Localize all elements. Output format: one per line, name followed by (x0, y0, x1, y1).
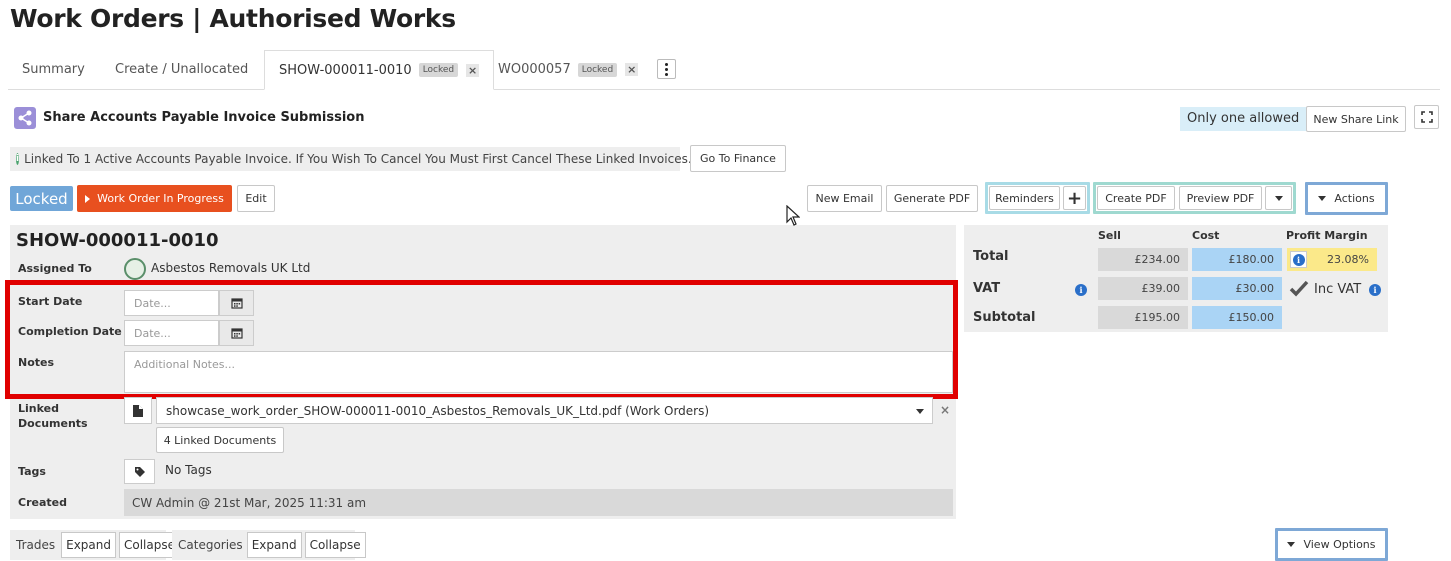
linked-document-select[interactable]: showcase_work_order_SHOW-000011-0010_Asb… (156, 397, 933, 424)
vat-label: VAT (973, 281, 1001, 296)
work-order-id: SHOW-000011-0010 (16, 230, 219, 251)
assigned-to-value: Asbestos Removals UK Ltd (151, 261, 311, 275)
tab-label: Create / Unallocated (115, 62, 249, 77)
profit-margin-header: Profit Margin (1286, 229, 1368, 242)
chevron-down-icon (1274, 195, 1283, 201)
share-title: Share Accounts Payable Invoice Submissio… (43, 110, 365, 125)
trades-collapse-button[interactable]: Collapse (119, 532, 180, 558)
linked-documents-label: Linked Documents (18, 402, 88, 430)
inc-vat-info-icon[interactable]: i (1369, 282, 1381, 296)
created-value: CW Admin @ 21st Mar, 2025 11:31 am (124, 489, 953, 516)
tab-label: SHOW-000011-0010 (279, 62, 412, 78)
vat-cost: £30.00 (1192, 277, 1282, 300)
info-icon: i (16, 153, 20, 165)
margin-info-icon[interactable]: i (1290, 251, 1307, 268)
linked-document-value: showcase_work_order_SHOW-000011-0010_Asb… (166, 403, 710, 418)
tab-wo000057[interactable]: WO000057 Locked × (498, 50, 639, 89)
only-one-allowed-label: Only one allowed (1180, 107, 1307, 131)
tags-value: No Tags (165, 463, 212, 477)
subtotal-label: Subtotal (973, 310, 1036, 325)
chevron-down-icon (1318, 196, 1327, 201)
vat-info-icon[interactable]: i (1075, 282, 1087, 296)
progress-label: Work Order In Progress (97, 192, 224, 205)
chevron-down-icon (1287, 542, 1296, 547)
tag-icon[interactable] (124, 459, 155, 484)
categories-controls: Categories Expand Collapse (172, 530, 366, 560)
tab-label: WO000057 (498, 62, 571, 77)
create-pdf-button[interactable]: Create PDF (1097, 186, 1175, 210)
total-sell: £234.00 (1098, 248, 1188, 271)
locked-badge: Locked (577, 62, 618, 77)
vat-sell: £39.00 (1098, 277, 1188, 300)
tab-summary[interactable]: Summary (22, 50, 85, 89)
linked-invoice-notice: i Linked To 1 Active Accounts Payable In… (10, 147, 692, 171)
subtotal-sell: £195.00 (1098, 306, 1188, 329)
tab-create-unallocated[interactable]: Create / Unallocated (115, 50, 248, 89)
edit-button[interactable]: Edit (237, 185, 275, 212)
company-logo-icon (124, 258, 146, 280)
generate-pdf-button[interactable]: Generate PDF (886, 185, 978, 212)
sell-header: Sell (1098, 229, 1121, 242)
close-icon[interactable]: × (466, 63, 480, 77)
new-email-button[interactable]: New Email (807, 185, 882, 212)
subtotal-cost: £150.00 (1192, 306, 1282, 329)
caret-right-icon (85, 194, 91, 203)
tab-bar: Summary Create / Unallocated SHOW-000011… (8, 50, 1440, 90)
more-tabs-icon[interactable] (657, 59, 676, 79)
tags-label: Tags (18, 465, 46, 478)
tab-show-000011-0010[interactable]: SHOW-000011-0010 Locked × (264, 50, 495, 90)
remove-document-icon[interactable]: × (940, 403, 950, 417)
page-title: Work Orders | Authorised Works (10, 4, 456, 33)
trades-expand-button[interactable]: Expand (61, 532, 116, 558)
close-icon[interactable]: × (625, 63, 639, 76)
locked-badge: Locked (418, 63, 459, 77)
pdf-dropdown-button[interactable] (1265, 186, 1292, 210)
reminders-button[interactable]: Reminders (989, 186, 1060, 210)
inc-vat-checkbox[interactable] (1289, 279, 1309, 299)
chevron-down-icon (916, 409, 924, 414)
document-icon[interactable] (124, 397, 152, 424)
new-share-link-button[interactable]: New Share Link (1306, 106, 1406, 132)
tab-label: Summary (22, 62, 85, 77)
fullscreen-icon[interactable] (1414, 105, 1439, 129)
locked-status-badge: Locked (10, 186, 73, 211)
mouse-cursor-icon (786, 204, 801, 229)
view-options-label: View Options (1303, 538, 1376, 551)
go-to-finance-button[interactable]: Go To Finance (690, 145, 786, 172)
total-cost: £180.00 (1192, 248, 1282, 271)
linked-documents-button[interactable]: 4 Linked Documents (156, 427, 284, 453)
work-order-in-progress-button[interactable]: Work Order In Progress (77, 185, 232, 212)
total-label: Total (973, 249, 1009, 264)
actions-label: Actions (1334, 192, 1375, 205)
categories-label: Categories (178, 538, 243, 552)
notice-text: Linked To 1 Active Accounts Payable Invo… (24, 152, 692, 166)
actions-button[interactable]: Actions (1309, 186, 1384, 211)
trades-controls: Trades Expand Collapse (10, 530, 180, 560)
inc-vat-label: Inc VAT (1314, 282, 1362, 297)
share-icon (14, 107, 36, 129)
preview-pdf-button[interactable]: Preview PDF (1179, 186, 1262, 210)
assigned-to-label: Assigned To (18, 262, 92, 275)
add-reminder-button[interactable]: + (1063, 186, 1086, 210)
created-label: Created (18, 496, 67, 509)
view-options-button[interactable]: View Options (1279, 532, 1384, 557)
highlight-box (5, 280, 958, 399)
categories-collapse-button[interactable]: Collapse (304, 532, 366, 558)
trades-label: Trades (16, 538, 56, 552)
cost-header: Cost (1192, 229, 1220, 242)
categories-expand-button[interactable]: Expand (246, 532, 302, 558)
